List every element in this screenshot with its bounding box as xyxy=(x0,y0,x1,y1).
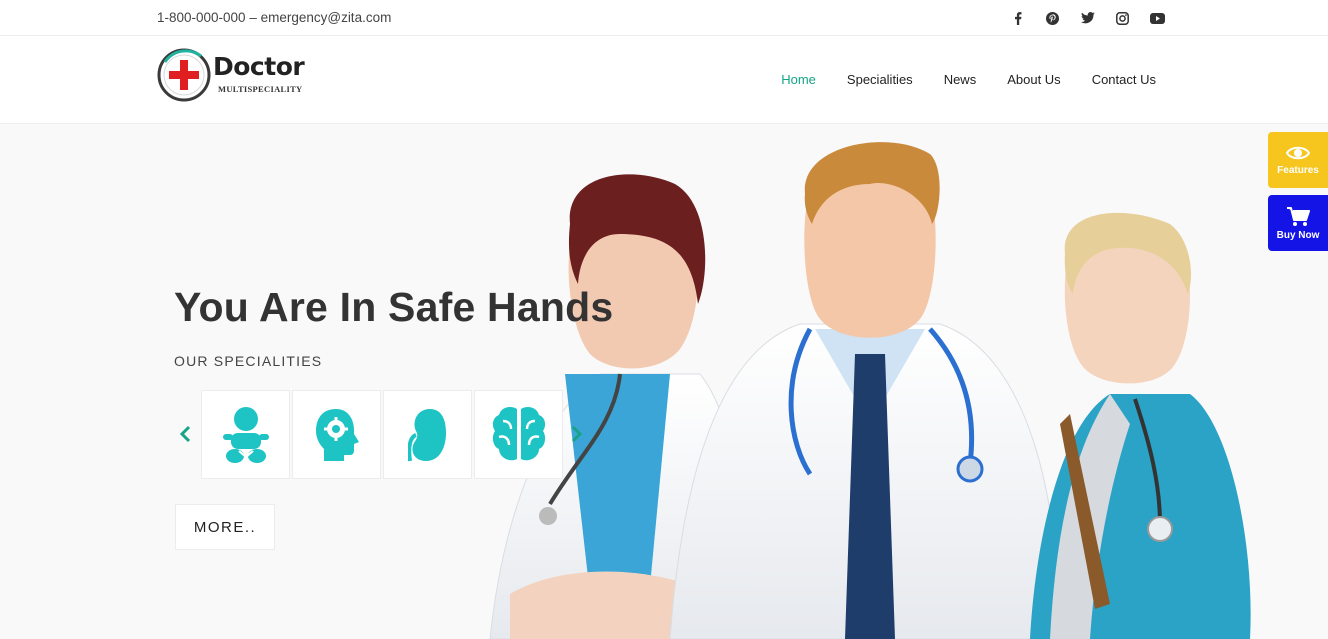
carousel-prev-arrow-icon[interactable] xyxy=(174,420,196,448)
contact-info: 1-800-000-000 – emergency@zita.com xyxy=(157,10,392,25)
nav-item-about-us[interactable]: About Us xyxy=(1007,72,1060,87)
twitter-icon[interactable] xyxy=(1070,8,1105,28)
pinterest-icon[interactable] xyxy=(1035,8,1070,28)
nav-item-contact-us[interactable]: Contact Us xyxy=(1092,72,1156,87)
speciality-tile-psychiatry[interactable] xyxy=(292,390,381,479)
nav-item-specialities[interactable]: Specialities xyxy=(847,72,913,87)
more-button[interactable]: MORE.. xyxy=(175,504,275,550)
carousel-next-arrow-icon[interactable] xyxy=(566,420,588,448)
youtube-icon[interactable] xyxy=(1140,8,1175,28)
features-button[interactable]: Features xyxy=(1268,132,1328,188)
site-header: Doctor MULTISPECIALITY Home Specialities… xyxy=(0,36,1328,124)
doctors-hero-image xyxy=(489,142,1251,639)
head-gear-icon xyxy=(315,408,359,461)
top-bar: 1-800-000-000 – emergency@zita.com xyxy=(0,0,1328,36)
main-nav: Home Specialities News About Us Contact … xyxy=(750,72,1156,87)
logo-name: Doctor xyxy=(213,52,305,81)
speciality-tile-nephrology[interactable] xyxy=(383,390,472,479)
logo[interactable]: Doctor MULTISPECIALITY xyxy=(157,48,327,104)
buy-now-label: Buy Now xyxy=(1276,229,1320,241)
nav-item-home[interactable]: Home xyxy=(781,72,816,87)
medical-cross-logo-icon xyxy=(157,48,211,102)
speciality-tile-pediatrics[interactable] xyxy=(201,390,290,479)
logo-tagline: MULTISPECIALITY xyxy=(218,84,303,94)
social-links xyxy=(1000,8,1175,28)
nav-item-news[interactable]: News xyxy=(944,72,977,87)
baby-icon xyxy=(222,406,269,463)
facebook-icon[interactable] xyxy=(1000,8,1035,28)
eye-icon xyxy=(1286,146,1310,159)
features-label: Features xyxy=(1277,164,1319,176)
speciality-tile-neurology[interactable] xyxy=(474,390,563,479)
hero-section: You Are In Safe Hands OUR SPECIALITIES M… xyxy=(0,124,1328,639)
kidney-icon xyxy=(407,408,446,461)
cart-icon xyxy=(1287,206,1310,226)
brain-icon xyxy=(492,406,545,460)
hero-title: You Are In Safe Hands xyxy=(174,284,614,330)
buy-now-button[interactable]: Buy Now xyxy=(1268,195,1328,251)
instagram-icon[interactable] xyxy=(1105,8,1140,28)
specialities-heading: OUR SPECIALITIES xyxy=(174,353,323,369)
